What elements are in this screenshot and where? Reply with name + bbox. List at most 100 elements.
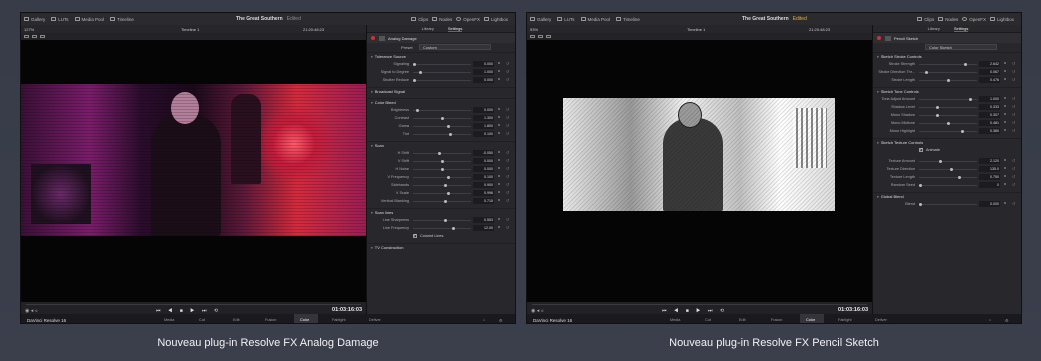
page-media-button[interactable]: Media [164,318,174,322]
param-slider-track[interactable] [919,177,977,178]
param-value-field[interactable]: 0.750 [979,174,1000,180]
reset-icon[interactable]: ↺ [506,198,509,203]
param-slider-track[interactable] [413,110,471,111]
reset-icon[interactable]: ↺ [506,115,509,120]
toolbar-luts-button[interactable]: LUTs [51,17,69,22]
toolbar-luts-button[interactable]: LUTs [557,17,575,22]
param-slider-knob[interactable] [935,105,939,109]
param-value-field[interactable]: 2.120 [979,158,1000,164]
page-deliver-button[interactable]: Deliver [875,318,887,322]
param-value-field[interactable]: 0.553 [473,217,494,223]
settings-gear-icon[interactable]: ⚙ [499,318,502,323]
toolbar-openfx-button[interactable]: OpenFX [456,17,480,22]
param-value-field[interactable]: 0.000 [473,107,494,113]
zoom-level[interactable]: 127% [24,27,34,32]
param-value-field[interactable]: 0.100 [473,131,494,137]
keyframe-icon[interactable] [498,175,500,177]
split-icon[interactable] [530,35,535,38]
zoom-level[interactable]: 93% [530,27,538,32]
reset-icon[interactable]: ↺ [506,166,509,171]
param-slider-track[interactable] [919,115,977,116]
split-icon[interactable] [24,35,29,38]
keyframe-icon[interactable] [498,226,500,228]
keyframe-icon[interactable] [1004,167,1006,169]
wipe-icon[interactable] [538,35,543,38]
page-cut-button[interactable]: Cut [199,318,205,322]
tab-settings[interactable]: Settings [953,26,969,32]
param-value-field[interactable]: 1.300 [473,115,494,121]
param-slider-track[interactable] [413,72,471,73]
param-slider-track[interactable] [413,193,471,194]
param-slider-knob[interactable] [924,70,928,74]
keyframe-icon[interactable] [1004,97,1006,99]
param-slider-knob[interactable] [443,199,447,203]
reset-icon[interactable]: ↺ [1012,158,1015,163]
param-slider-knob[interactable] [415,108,419,112]
param-slider-knob[interactable] [935,113,939,117]
toolbar-nodes-button[interactable]: Nodes [938,17,958,22]
preset-select[interactable]: Custom [419,44,491,50]
home-icon[interactable]: ⌂ [989,318,991,322]
param-slider-track[interactable] [413,80,471,81]
toolbar-timeline-button[interactable]: Timeline [616,17,640,22]
param-slider-track[interactable] [919,185,977,186]
param-slider-track[interactable] [413,220,471,221]
param-slider-knob[interactable] [446,191,450,195]
param-slider-knob[interactable] [446,175,450,179]
param-slider-track[interactable] [919,204,977,205]
settings-gear-icon[interactable]: ⚙ [1005,318,1008,323]
param-value-field[interactable]: 0.307 [979,112,1000,118]
param-slider-knob[interactable] [413,78,416,82]
toolbar-clips-button[interactable]: Clips [917,17,934,22]
param-value-field[interactable]: 0.996 [473,190,494,196]
preset-select[interactable]: Color Sketch [925,44,997,50]
param-slider-knob[interactable] [919,202,922,206]
param-slider-knob[interactable] [958,175,962,179]
param-value-field[interactable]: 0.900 [473,182,494,188]
section-header[interactable]: Sketch Tone Controls [873,87,1021,95]
param-slider-knob[interactable] [949,167,953,171]
param-value-field[interactable]: 0.000 [473,61,494,67]
keyframe-icon[interactable] [1004,129,1006,131]
toolbar-gallery-button[interactable]: Gallery [530,17,551,22]
reset-icon[interactable]: ↺ [506,217,509,222]
toolbar-nodes-button[interactable]: Nodes [432,17,452,22]
keyframe-icon[interactable] [498,70,500,72]
param-slider-track[interactable] [919,72,977,73]
param-value-field[interactable]: 0.715 [473,198,494,204]
param-slider-track[interactable] [919,107,977,108]
keyframe-icon[interactable] [1004,183,1006,185]
toolbar-clips-button[interactable]: Clips [411,17,428,22]
section-header[interactable]: Scan lines [367,208,515,216]
keyframe-icon[interactable] [1004,78,1006,80]
page-edit-button[interactable]: Edit [233,318,240,322]
page-fusion-button[interactable]: Fusion [265,318,276,322]
param-slider-knob[interactable] [919,183,922,187]
reset-icon[interactable]: ↺ [506,123,509,128]
page-color-button[interactable]: Color [806,318,815,322]
keyframe-icon[interactable] [1004,62,1006,64]
keyframe-icon[interactable] [498,151,500,153]
param-slider-track[interactable] [413,228,471,229]
keyframe-icon[interactable] [498,183,500,185]
page-fusion-button[interactable]: Fusion [771,318,782,322]
reset-icon[interactable]: ↺ [506,61,509,66]
keyframe-icon[interactable] [498,132,500,134]
reset-icon[interactable]: ↺ [506,225,509,230]
transform-icon[interactable] [40,35,45,38]
keyframe-icon[interactable] [498,167,500,169]
reset-icon[interactable]: ↺ [1012,166,1015,171]
param-value-field[interactable]: 0.000 [473,158,494,164]
keyframe-icon[interactable] [1004,70,1006,72]
reset-icon[interactable]: ↺ [1012,112,1015,117]
reset-icon[interactable]: ↺ [1012,182,1015,187]
param-slider-knob[interactable] [438,151,442,155]
param-slider-track[interactable] [413,64,471,65]
reset-icon[interactable]: ↺ [1012,120,1015,125]
param-slider-knob[interactable] [961,129,964,133]
wipe-icon[interactable] [32,35,37,38]
keyframe-icon[interactable] [1004,202,1006,204]
keyframe-icon[interactable] [1004,121,1006,123]
param-slider-knob[interactable] [413,62,416,66]
param-value-field[interactable]: 0.000 [473,166,494,172]
